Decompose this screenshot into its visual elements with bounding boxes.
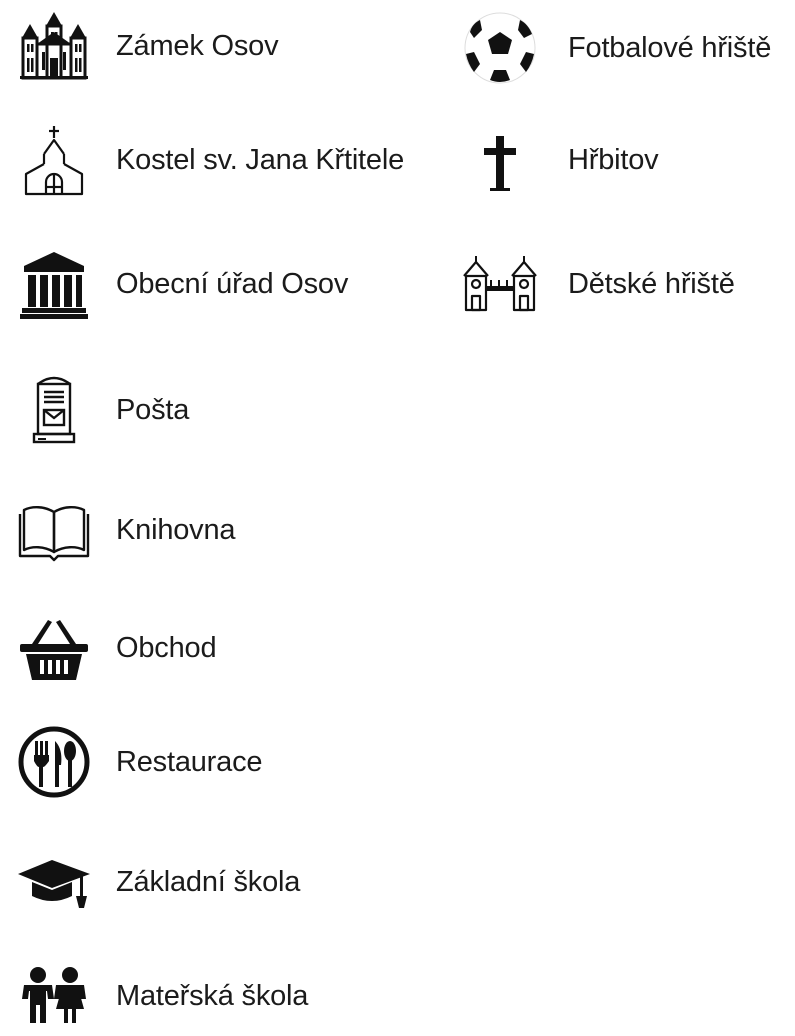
legend-label: Obecní úřad Osov (116, 267, 349, 300)
legend-label: Hřbitov (568, 143, 659, 176)
graduation-cap-icon (14, 842, 94, 922)
legend-item-shop: Obchod (14, 608, 217, 688)
legend-label: Základní škola (116, 865, 301, 898)
legend-item-primary-school: Základní škola (14, 842, 300, 922)
legend-item-restaurant: Restaurace (14, 722, 263, 802)
legend-item-church: Kostel sv. Jana Křtitele (14, 120, 404, 200)
legend-label: Dětské hřiště (568, 267, 735, 300)
castle-icon (14, 6, 94, 86)
legend-item-kindergarten: Mateřská škola (14, 956, 308, 1036)
legend-label: Obchod (116, 631, 217, 664)
playground-icon (460, 244, 540, 324)
legend-label: Mateřská škola (116, 979, 309, 1012)
legend-item-football-field: Fotbalové hřiště (460, 8, 771, 88)
legend-item-castle: Zámek Osov (14, 6, 279, 86)
legend-item-library: Knihovna (14, 490, 236, 570)
children-icon (14, 956, 94, 1036)
church-icon (14, 120, 94, 200)
legend-label: Pošta (116, 393, 190, 426)
legend-item-cemetery: Hřbitov (460, 120, 659, 200)
legend-label: Zámek Osov (116, 29, 279, 62)
legend-label: Fotbalové hřiště (568, 31, 772, 64)
legend-label: Knihovna (116, 513, 236, 546)
soccer-ball-icon (460, 8, 540, 88)
legend-label: Restaurace (116, 745, 263, 778)
cross-icon (460, 120, 540, 200)
legend-item-playground: Dětské hřiště (460, 244, 735, 324)
mailbox-icon (14, 370, 94, 450)
restaurant-icon (14, 722, 94, 802)
legend-item-post-office: Pošta (14, 370, 189, 450)
shopping-basket-icon (14, 608, 94, 688)
town-hall-icon (14, 244, 94, 324)
book-icon (14, 490, 94, 570)
legend-item-town-hall: Obecní úřad Osov (14, 244, 348, 324)
legend-label: Kostel sv. Jana Křtitele (116, 143, 405, 176)
